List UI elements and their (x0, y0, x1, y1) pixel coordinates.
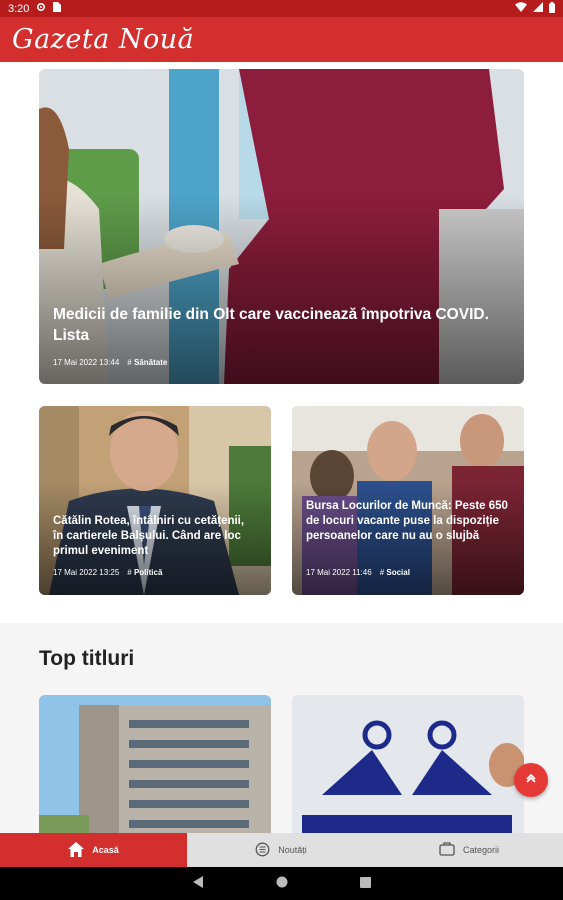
article-meta: 17 Mai 2022 11:46 # Social (306, 568, 410, 577)
categories-icon (439, 842, 455, 858)
news-icon (255, 842, 270, 859)
top-article-image (292, 695, 524, 833)
nav-news[interactable]: Noutăți (187, 833, 375, 867)
nav-categories-label: Categorii (462, 845, 500, 855)
status-time: 3:20 (8, 2, 30, 15)
top-article-card[interactable] (39, 695, 271, 833)
settings-icon (36, 2, 46, 15)
app-bar: Gazeta Nouă (0, 17, 563, 62)
signal-icon (533, 2, 543, 15)
article-title[interactable]: Cătălin Rotea, întâlniri cu cetățenii, î… (53, 514, 257, 559)
nav-categories[interactable]: Categorii (375, 833, 563, 867)
battery-icon (549, 1, 555, 16)
news-feed[interactable]: Medicii de familie din Olt care vaccinea… (0, 62, 563, 833)
status-bar: 3:20 (0, 0, 563, 17)
article-meta: 17 Mai 2022 13:25 # Politică (53, 568, 162, 577)
nav-news-label: Noutăți (278, 845, 307, 855)
article-card[interactable]: Cătălin Rotea, întâlniri cu cetățenii, î… (39, 406, 271, 595)
top-article-card[interactable] (292, 695, 524, 833)
top-headlines-section: Top titluri (0, 623, 563, 833)
system-navigation-bar (0, 867, 563, 900)
section-title: Top titluri (39, 647, 135, 670)
article-date: 17 Mai 2022 11:46 (306, 568, 372, 577)
back-icon[interactable] (192, 875, 204, 893)
home-icon (68, 841, 85, 859)
featured-article-meta: 17 Mai 2022 13:44 # Sănătate (53, 358, 167, 367)
featured-article-card[interactable]: Medicii de familie din Olt care vaccinea… (39, 69, 524, 384)
nav-home[interactable]: Acasă (0, 833, 187, 867)
article-title[interactable]: Bursa Locurilor de Muncă: Peste 650 de l… (306, 499, 510, 544)
app-logo[interactable]: Gazeta Nouă (12, 24, 194, 55)
featured-article-overlay (39, 195, 524, 384)
scroll-to-top-button[interactable] (514, 763, 548, 797)
article-card[interactable]: Bursa Locurilor de Muncă: Peste 650 de l… (292, 406, 524, 595)
featured-article-date: 17 Mai 2022 13:44 (53, 358, 120, 367)
wifi-icon (515, 2, 527, 15)
top-article-image (39, 695, 271, 833)
article-category[interactable]: # Social (380, 568, 410, 577)
chevron-up-icon (525, 771, 537, 789)
article-category[interactable]: # Politică (127, 568, 162, 577)
featured-article-category[interactable]: # Sănătate (127, 358, 167, 367)
featured-article-title[interactable]: Medicii de familie din Olt care vaccinea… (53, 304, 510, 346)
article-date: 17 Mai 2022 13:25 (53, 568, 120, 577)
home-circle-icon[interactable] (276, 875, 288, 893)
recents-icon[interactable] (359, 875, 371, 893)
sim-card-icon (53, 2, 62, 15)
nav-home-label: Acasă (92, 845, 119, 855)
bottom-navigation: Acasă Noutăți Categorii (0, 833, 563, 867)
